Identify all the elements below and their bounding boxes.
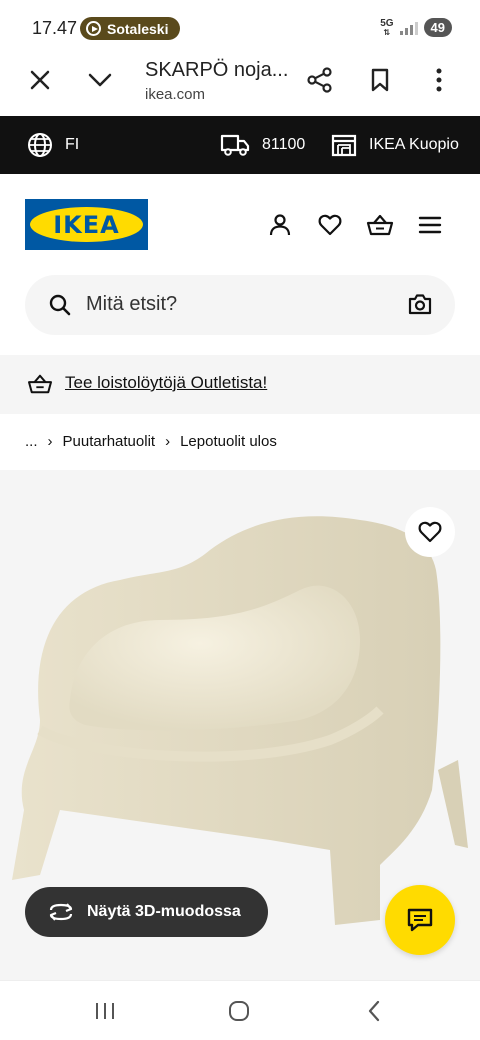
top-bar: FI 81100 IKEA Kuopio bbox=[0, 116, 480, 174]
search-placeholder: Mitä etsit? bbox=[86, 293, 178, 315]
camera-search-icon[interactable] bbox=[408, 293, 432, 315]
browser-bar: SKARPÖ noja... ikea.com bbox=[0, 56, 480, 116]
postal-code-selector[interactable]: 81100 bbox=[220, 116, 305, 174]
truck-icon bbox=[220, 134, 250, 156]
bookmark-button[interactable] bbox=[362, 62, 398, 98]
home-button[interactable] bbox=[219, 995, 259, 1027]
recent-apps-button[interactable] bbox=[85, 995, 125, 1027]
basket-icon bbox=[27, 374, 53, 394]
search-icon bbox=[49, 294, 71, 316]
tab-title[interactable]: SKARPÖ noja... bbox=[145, 59, 288, 82]
postal-code-label: 81100 bbox=[262, 136, 306, 153]
outlet-promo-banner[interactable]: Tee loistolöytöjä Outletista! bbox=[0, 355, 480, 414]
close-icon bbox=[30, 70, 50, 90]
network-icon: 5G ⇅ bbox=[380, 17, 394, 37]
rotate-3d-icon bbox=[49, 903, 73, 921]
view-3d-label: Näytä 3D-muodossa bbox=[87, 903, 241, 920]
user-icon bbox=[269, 214, 291, 236]
breadcrumb-item-garden-chairs[interactable]: Puutarhatuolit bbox=[63, 433, 156, 450]
cart-button[interactable] bbox=[365, 210, 395, 240]
chevron-right-icon: › bbox=[47, 432, 53, 450]
bookmark-icon bbox=[371, 68, 389, 92]
hamburger-menu-icon bbox=[418, 216, 442, 234]
store-selector[interactable]: IKEA Kuopio bbox=[331, 116, 459, 174]
network-label: 5G bbox=[380, 17, 394, 29]
account-button[interactable] bbox=[265, 210, 295, 240]
chevron-down-icon bbox=[88, 73, 112, 87]
chevron-right-icon: › bbox=[165, 432, 171, 450]
media-pill[interactable]: Sotaleski bbox=[80, 17, 181, 40]
heart-icon bbox=[418, 521, 442, 543]
basket-icon bbox=[366, 214, 394, 236]
store-label: IKEA Kuopio bbox=[369, 136, 459, 153]
media-pill-label: Sotaleski bbox=[107, 20, 169, 37]
back-button[interactable] bbox=[354, 995, 394, 1027]
favourites-button[interactable] bbox=[315, 210, 345, 240]
play-icon bbox=[86, 21, 101, 36]
logo-oval: IKEA bbox=[30, 207, 143, 242]
system-nav-bar bbox=[0, 980, 480, 1040]
heart-icon bbox=[318, 214, 342, 236]
recent-apps-icon bbox=[96, 1003, 114, 1019]
status-bar: 17.47 Sotaleski 5G ⇅ 49 bbox=[0, 0, 480, 56]
expand-button[interactable] bbox=[82, 62, 118, 98]
breadcrumb-ellipsis[interactable]: ... bbox=[25, 433, 38, 450]
status-indicators: 5G ⇅ 49 bbox=[380, 18, 452, 37]
search-input[interactable]: Mitä etsit? bbox=[25, 275, 455, 335]
tab-url[interactable]: ikea.com bbox=[145, 86, 205, 103]
outlet-promo-link[interactable]: Tee loistolöytöjä Outletista! bbox=[65, 373, 267, 393]
store-icon bbox=[331, 134, 357, 157]
battery-badge: 49 bbox=[423, 18, 452, 37]
logo-text: IKEA bbox=[53, 210, 120, 239]
main-menu-button[interactable] bbox=[415, 210, 445, 240]
language-label: FI bbox=[65, 136, 80, 153]
back-icon bbox=[368, 1000, 380, 1022]
ikea-logo[interactable]: IKEA bbox=[25, 199, 148, 250]
share-button[interactable] bbox=[302, 62, 338, 98]
share-icon bbox=[307, 67, 332, 93]
close-tab-button[interactable] bbox=[22, 62, 58, 98]
language-selector[interactable]: FI bbox=[27, 116, 79, 174]
signal-icon bbox=[399, 21, 418, 35]
chat-icon bbox=[407, 908, 433, 932]
home-icon bbox=[229, 1001, 249, 1021]
add-to-favourites-button[interactable] bbox=[405, 507, 455, 557]
breadcrumb-item-lounge-chairs[interactable]: Lepotuolit ulos bbox=[180, 433, 277, 450]
breadcrumb: ... › Puutarhatuolit › Lepotuolit ulos bbox=[25, 430, 277, 452]
more-menu-button[interactable] bbox=[421, 62, 457, 98]
status-time: 17.47 bbox=[32, 18, 78, 38]
chat-button[interactable] bbox=[385, 885, 455, 955]
more-vertical-icon bbox=[436, 68, 442, 92]
globe-icon bbox=[28, 133, 52, 157]
site-header: IKEA bbox=[0, 174, 480, 270]
view-3d-button[interactable]: Näytä 3D-muodossa bbox=[25, 887, 268, 937]
